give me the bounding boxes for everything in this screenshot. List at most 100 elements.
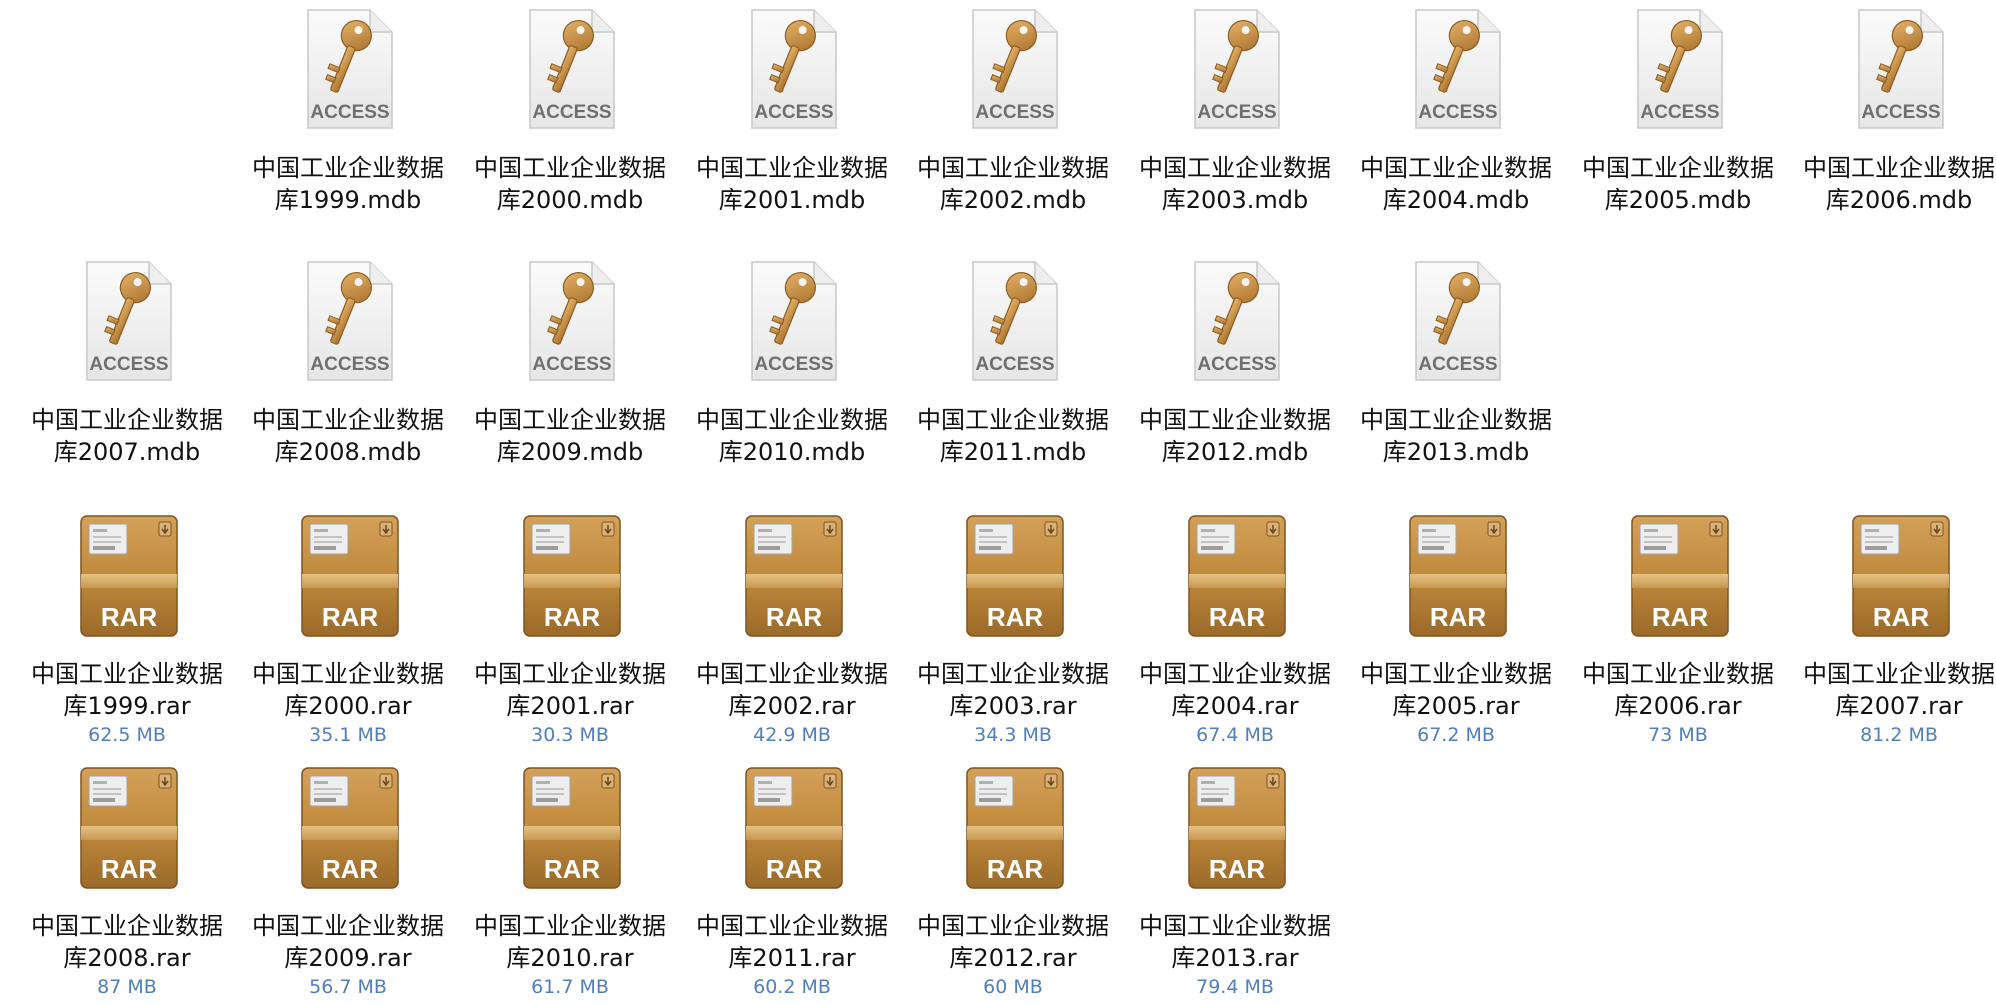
file-item-access[interactable]: ACCESS 中国工业企业数据 库1999.mdb xyxy=(241,6,455,216)
icon-label: RAR xyxy=(1209,602,1266,632)
file-size: 60 MB xyxy=(983,976,1043,998)
file-name-line1: 中国工业企业数据 xyxy=(1360,406,1552,434)
file-name: 中国工业企业数据 库2006.rar xyxy=(1571,658,1785,722)
icon-label: RAR xyxy=(987,602,1044,632)
file-item-rar[interactable]: RAR 中国工业企业数据 库2004.rar 67.4 MB xyxy=(1128,512,1342,748)
icon-label: RAR xyxy=(1652,602,1709,632)
file-item-rar[interactable]: RAR 中国工业企业数据 库2013.rar 79.4 MB xyxy=(1128,764,1342,1000)
file-name: 中国工业企业数据 库1999.mdb xyxy=(241,152,455,216)
file-name-line1: 中国工业企业数据 xyxy=(31,912,223,940)
file-size: 61.7 MB xyxy=(531,976,609,998)
rar-archive-icon: RAR xyxy=(294,512,402,640)
rar-archive-icon: RAR xyxy=(1402,512,1510,640)
file-name: 中国工业企业数据 库2012.rar xyxy=(906,910,1120,974)
file-name: 中国工业企业数据 库2008.mdb xyxy=(241,404,455,468)
icon-label: RAR xyxy=(1430,602,1487,632)
icon-label: ACCESS xyxy=(310,354,389,375)
file-item-rar[interactable]: RAR 中国工业企业数据 库2000.rar 35.1 MB xyxy=(241,512,455,748)
file-item-access[interactable]: ACCESS 中国工业企业数据 库2000.mdb xyxy=(463,6,677,216)
file-size: 34.3 MB xyxy=(974,724,1052,746)
file-name-line2: 库2007.mdb xyxy=(53,438,201,466)
file-item-access[interactable]: ACCESS 中国工业企业数据 库2004.mdb xyxy=(1349,6,1563,216)
file-name-line2: 库2013.rar xyxy=(1171,944,1299,972)
file-name-line2: 库2004.rar xyxy=(1171,692,1299,720)
file-item-access[interactable]: ACCESS 中国工业企业数据 库2012.mdb xyxy=(1128,258,1342,468)
file-name-line1: 中国工业企业数据 xyxy=(1139,154,1331,182)
file-name: 中国工业企业数据 库2011.mdb xyxy=(906,404,1120,468)
file-name: 中国工业企业数据 库2009.mdb xyxy=(463,404,677,468)
icon-label: RAR xyxy=(766,854,823,884)
file-name-line1: 中国工业企业数据 xyxy=(917,154,1109,182)
file-item-access[interactable]: ACCESS 中国工业企业数据 库2010.mdb xyxy=(685,258,899,468)
file-name-line1: 中国工业企业数据 xyxy=(252,406,444,434)
rar-archive-icon: RAR xyxy=(1624,512,1732,640)
file-item-rar[interactable]: RAR 中国工业企业数据 库1999.rar 62.5 MB xyxy=(20,512,234,748)
file-grid: ACCESS 中国工业企业数据 库1999.mdb ACCESS 中国工业企业数据… xyxy=(0,0,1996,1006)
file-item-rar[interactable]: RAR 中国工业企业数据 库2008.rar 87 MB xyxy=(20,764,234,1000)
file-size: 56.7 MB xyxy=(309,976,387,998)
file-item-rar[interactable]: RAR 中国工业企业数据 库2009.rar 56.7 MB xyxy=(241,764,455,1000)
file-name: 中国工业企业数据 库2007.rar xyxy=(1792,658,1996,722)
file-name: 中国工业企业数据 库2002.rar xyxy=(685,658,899,722)
icon-label: RAR xyxy=(544,854,601,884)
file-item-rar[interactable]: RAR 中国工业企业数据 库2005.rar 67.2 MB xyxy=(1349,512,1563,748)
file-name-line2: 库2009.mdb xyxy=(496,438,644,466)
access-key-icon: ACCESS xyxy=(1845,6,1953,134)
file-item-rar[interactable]: RAR 中国工业企业数据 库2010.rar 61.7 MB xyxy=(463,764,677,1000)
file-name-line1: 中国工业企业数据 xyxy=(1360,660,1552,688)
file-name-line1: 中国工业企业数据 xyxy=(252,912,444,940)
file-name: 中国工业企业数据 库2012.mdb xyxy=(1128,404,1342,468)
file-name-line1: 中国工业企业数据 xyxy=(1139,912,1331,940)
file-name-line2: 库2011.mdb xyxy=(939,438,1087,466)
file-name-line2: 库2001.rar xyxy=(506,692,634,720)
icon-label: ACCESS xyxy=(1418,102,1497,123)
file-name: 中国工业企业数据 库2010.mdb xyxy=(685,404,899,468)
access-key-icon: ACCESS xyxy=(294,258,402,386)
file-name-line2: 库2005.rar xyxy=(1392,692,1520,720)
file-name: 中国工业企业数据 库2009.rar xyxy=(241,910,455,974)
file-item-rar[interactable]: RAR 中国工业企业数据 库2006.rar 73 MB xyxy=(1571,512,1785,748)
file-size: 62.5 MB xyxy=(88,724,166,746)
file-item-rar[interactable]: RAR 中国工业企业数据 库2001.rar 30.3 MB xyxy=(463,512,677,748)
file-item-rar[interactable]: RAR 中国工业企业数据 库2007.rar 81.2 MB xyxy=(1792,512,1996,748)
access-key-icon: ACCESS xyxy=(738,258,846,386)
file-item-access[interactable]: ACCESS 中国工业企业数据 库2009.mdb xyxy=(463,258,677,468)
file-name: 中国工业企业数据 库2003.rar xyxy=(906,658,1120,722)
file-name: 中国工业企业数据 库2000.rar xyxy=(241,658,455,722)
file-name-line2: 库2012.mdb xyxy=(1161,438,1309,466)
file-item-access[interactable]: ACCESS 中国工业企业数据 库2003.mdb xyxy=(1128,6,1342,216)
file-item-access[interactable]: ACCESS 中国工业企业数据 库2002.mdb xyxy=(906,6,1120,216)
file-item-rar[interactable]: RAR 中国工业企业数据 库2003.rar 34.3 MB xyxy=(906,512,1120,748)
file-item-access[interactable]: ACCESS 中国工业企业数据 库2013.mdb xyxy=(1349,258,1563,468)
file-item-access[interactable]: ACCESS 中国工业企业数据 库2008.mdb xyxy=(241,258,455,468)
file-size: 73 MB xyxy=(1648,724,1708,746)
file-name: 中国工业企业数据 库2001.mdb xyxy=(685,152,899,216)
file-name-line2: 库2004.mdb xyxy=(1382,186,1530,214)
file-item-access[interactable]: ACCESS 中国工业企业数据 库2001.mdb xyxy=(685,6,899,216)
file-item-access[interactable]: ACCESS 中国工业企业数据 库2006.mdb xyxy=(1792,6,1996,216)
file-name-line2: 库1999.mdb xyxy=(274,186,422,214)
file-name-line1: 中国工业企业数据 xyxy=(474,660,666,688)
file-name: 中国工业企业数据 库2010.rar xyxy=(463,910,677,974)
file-item-access[interactable]: ACCESS 中国工业企业数据 库2011.mdb xyxy=(906,258,1120,468)
file-item-rar[interactable]: RAR 中国工业企业数据 库2011.rar 60.2 MB xyxy=(685,764,899,1000)
file-size: 30.3 MB xyxy=(531,724,609,746)
access-key-icon: ACCESS xyxy=(1624,6,1732,134)
access-key-icon: ACCESS xyxy=(1181,6,1289,134)
file-name: 中国工业企业数据 库2011.rar xyxy=(685,910,899,974)
access-key-icon: ACCESS xyxy=(1402,258,1510,386)
file-name: 中国工业企业数据 库2007.mdb xyxy=(20,404,234,468)
icon-label: ACCESS xyxy=(1197,102,1276,123)
icon-label: RAR xyxy=(987,854,1044,884)
file-item-rar[interactable]: RAR 中国工业企业数据 库2012.rar 60 MB xyxy=(906,764,1120,1000)
file-name-line1: 中国工业企业数据 xyxy=(1803,154,1995,182)
rar-archive-icon: RAR xyxy=(73,512,181,640)
file-item-rar[interactable]: RAR 中国工业企业数据 库2002.rar 42.9 MB xyxy=(685,512,899,748)
file-name: 中国工业企业数据 库2004.rar xyxy=(1128,658,1342,722)
icon-label: ACCESS xyxy=(532,354,611,375)
file-size: 67.2 MB xyxy=(1417,724,1495,746)
access-key-icon: ACCESS xyxy=(738,6,846,134)
file-item-access[interactable]: ACCESS 中国工业企业数据 库2007.mdb xyxy=(20,258,234,468)
rar-archive-icon: RAR xyxy=(1181,512,1289,640)
file-item-access[interactable]: ACCESS 中国工业企业数据 库2005.mdb xyxy=(1571,6,1785,216)
